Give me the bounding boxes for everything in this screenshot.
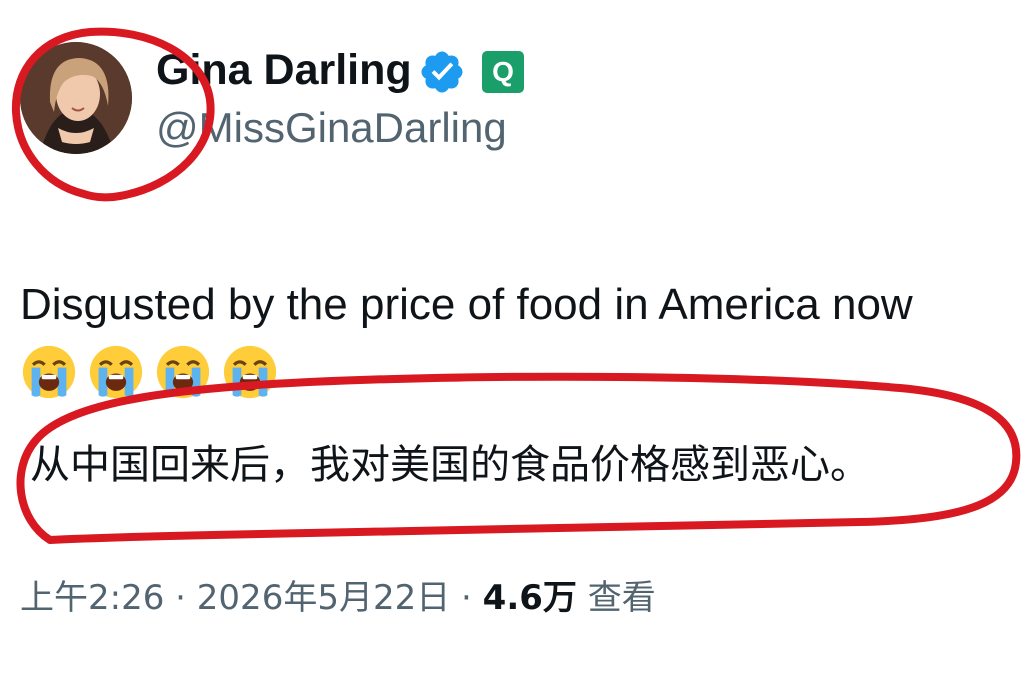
verified-checkmark-icon[interactable] [418,48,466,96]
tweet-text-english: Disgusted by the price of food in Americ… [20,280,913,329]
user-handle[interactable]: @MissGinaDarling [156,102,507,154]
affiliation-badge[interactable]: Q [482,51,524,93]
tweet-time[interactable]: 上午2:26 [20,578,164,618]
views-label[interactable]: 查看 [588,578,656,618]
meta-separator: · [175,578,186,618]
loudly-crying-face-icon [156,345,210,399]
views-count[interactable]: 4.6万 [483,578,577,618]
meta-separator: · [461,578,472,618]
emoji-row [20,343,279,403]
loudly-crying-face-icon [22,345,76,399]
loudly-crying-face-icon [89,345,143,399]
display-name[interactable]: Gina Darling [156,44,412,96]
loudly-crying-face-icon [223,345,277,399]
tweet-text-chinese: 从中国回来后，我对美国的食品价格感到恶心。 [30,442,870,488]
tweet-meta: 上午2:26 · 2026年5月22日 · 4.6万 查看 [20,574,656,622]
avatar-image [20,42,132,154]
tweet-date[interactable]: 2026年5月22日 [197,578,450,618]
avatar[interactable] [20,42,132,154]
